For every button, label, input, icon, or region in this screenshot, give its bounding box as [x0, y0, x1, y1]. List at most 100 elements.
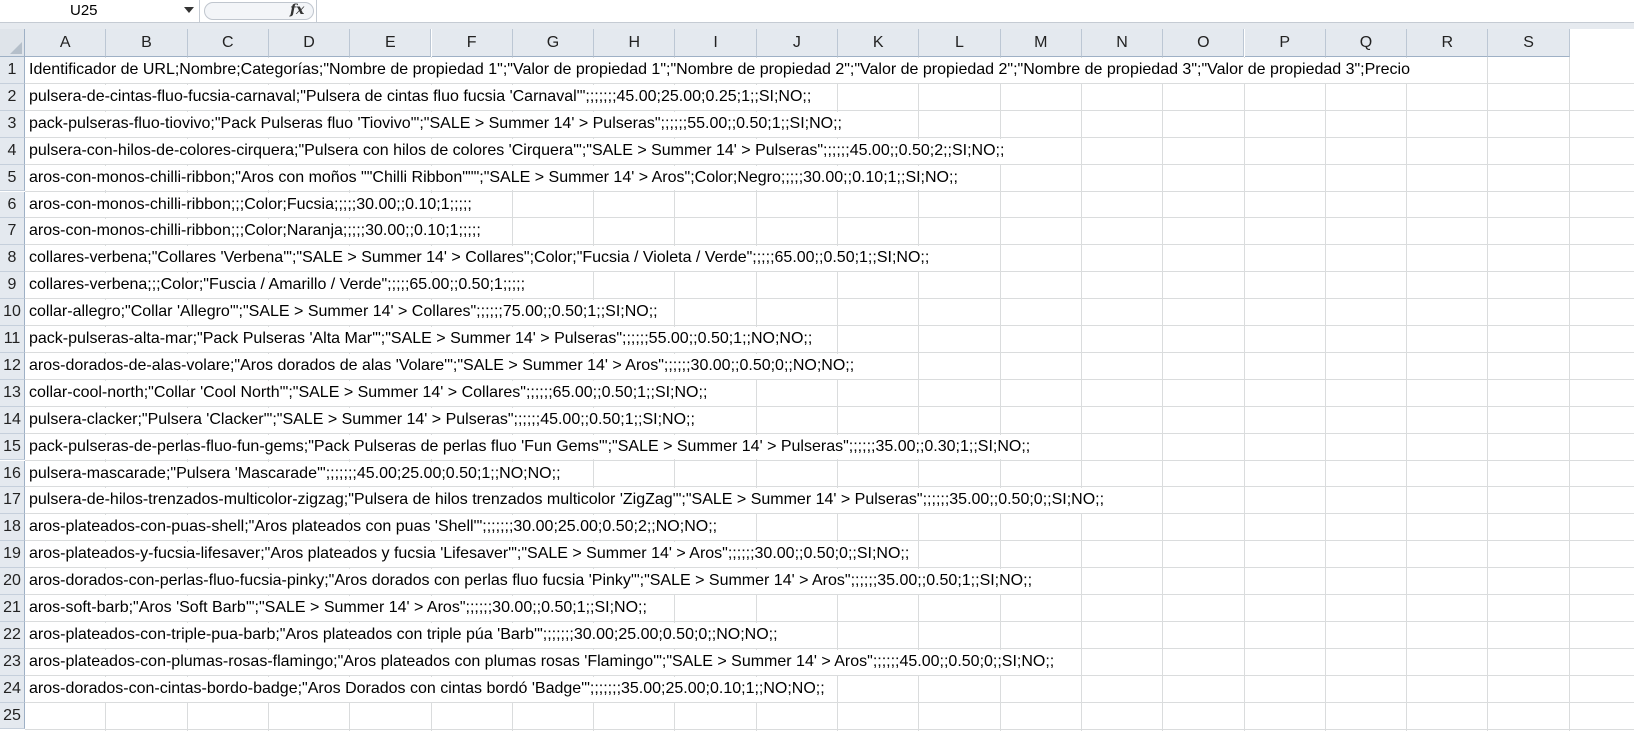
row-header-21[interactable]: 21	[0, 595, 25, 622]
row-gridline	[25, 351, 1634, 353]
column-header-j[interactable]: J	[756, 29, 838, 57]
row-header-25[interactable]: 25	[0, 702, 25, 730]
column-header-n[interactable]: N	[1081, 29, 1164, 57]
row-gridline	[25, 567, 1634, 569]
cell-a3[interactable]: pack-pulseras-fluo-tiovivo;"Pack Pulsera…	[29, 111, 843, 137]
cell-a8[interactable]: collares-verbena;"Collares 'Verbena'";"S…	[29, 246, 931, 272]
spreadsheet-grid[interactable]: A B C D E F G H I J K L M N O P Q R S 1 Identificador de URL…	[0, 29, 1634, 731]
row-header-8[interactable]: 8	[0, 245, 25, 273]
row-header-7[interactable]: 7	[0, 218, 25, 246]
column-header-q[interactable]: Q	[1325, 29, 1408, 57]
cell-a20[interactable]: aros-dorados-con-perlas-fluo-fucsia-pink…	[29, 569, 1034, 594]
cell-a22[interactable]: aros-plateados-con-triple-pua-barb;"Aros…	[29, 622, 779, 648]
cell-a19[interactable]: aros-plateados-y-fucsia-lifesaver;"Aros …	[29, 542, 911, 568]
cell-a12[interactable]: aros-dorados-de-alas-volare;"Aros dorado…	[29, 353, 856, 379]
row-header-18[interactable]: 18	[0, 514, 25, 542]
row-gridline	[25, 378, 1634, 380]
cell-a5[interactable]: aros-con-monos-chilli-ribbon;"Aros con m…	[29, 165, 959, 191]
row-header-19[interactable]: 19	[0, 541, 25, 569]
column-gridline	[1080, 57, 1082, 731]
formula-input[interactable]	[316, 0, 1634, 22]
row-gridline	[25, 486, 1634, 488]
column-gridline	[1243, 57, 1245, 731]
select-all-button[interactable]	[0, 29, 25, 57]
cell-a4[interactable]: pulsera-con-hilos-de-colores-cirquera;"P…	[29, 138, 1006, 164]
row-header-17[interactable]: 17	[0, 487, 25, 515]
cell-a1[interactable]: Identificador de URL;Nombre;Categorías;"…	[29, 58, 1411, 83]
row-header-23[interactable]: 23	[0, 648, 25, 676]
insert-function-icon[interactable]: fx	[290, 0, 304, 20]
row-header-20[interactable]: 20	[0, 568, 25, 595]
cell-a13[interactable]: collar-cool-north;"Collar 'Cool North'";…	[29, 380, 709, 406]
column-header-d[interactable]: D	[268, 29, 351, 57]
cell-a18[interactable]: aros-plateados-con-puas-shell;"Aros plat…	[29, 515, 719, 541]
row-header-6[interactable]: 6	[0, 191, 25, 219]
column-gridline	[1568, 57, 1570, 731]
row-gridline	[25, 405, 1634, 407]
column-header-b[interactable]: B	[106, 29, 188, 57]
cell-a2[interactable]: pulsera-de-cintas-fluo-fucsia-carnaval;"…	[29, 84, 813, 110]
row-header-2[interactable]: 2	[0, 83, 25, 111]
column-gridline	[1406, 57, 1408, 731]
row-header-12[interactable]: 12	[0, 352, 25, 380]
row-header-15[interactable]: 15	[0, 433, 25, 461]
column-header-m[interactable]: M	[1000, 29, 1082, 57]
column-header-e[interactable]: E	[350, 29, 432, 57]
column-gridline	[1162, 57, 1164, 731]
cell-a10[interactable]: collar-allegro;"Collar 'Allegro'";"SALE …	[29, 300, 659, 325]
column-header-s[interactable]: S	[1488, 29, 1570, 57]
cell-a6[interactable]: aros-con-monos-chilli-ribbon;;;Color;Fuc…	[29, 192, 473, 218]
cell-a25[interactable]	[29, 703, 30, 729]
column-header-k[interactable]: K	[838, 29, 920, 57]
chevron-down-icon[interactable]	[184, 7, 194, 13]
cell-a17[interactable]: pulsera-de-hilos-trenzados-multicolor-zi…	[29, 488, 1106, 514]
column-header-f[interactable]: F	[431, 29, 513, 57]
column-header-i[interactable]: I	[675, 29, 757, 57]
row-gridline	[25, 109, 1634, 111]
column-header-p[interactable]: P	[1244, 29, 1326, 57]
column-header-l[interactable]: L	[919, 29, 1001, 57]
row-header-1[interactable]: 1	[0, 57, 25, 84]
row-gridline	[25, 620, 1634, 622]
row-header-24[interactable]: 24	[0, 675, 25, 703]
row-header-11[interactable]: 11	[0, 326, 25, 353]
row-header-16[interactable]: 16	[0, 460, 25, 488]
row-header-14[interactable]: 14	[0, 406, 25, 434]
column-header-h[interactable]: H	[594, 29, 676, 57]
cell-a9[interactable]: collares-verbena;;;Color;"Fuscia / Amari…	[29, 273, 527, 299]
column-header-g[interactable]: G	[512, 29, 595, 57]
column-gridline	[1324, 57, 1326, 731]
column-header-r[interactable]: R	[1407, 29, 1489, 57]
cell-a16[interactable]: pulsera-mascarade;"Pulsera 'Mascarade'";…	[29, 461, 562, 487]
row-header-10[interactable]: 10	[0, 299, 25, 326]
cell-a21[interactable]: aros-soft-barb;"Aros 'Soft Barb'";"SALE …	[29, 596, 648, 621]
row-gridline	[25, 432, 1634, 434]
row-gridline	[25, 647, 1634, 649]
row-header-4[interactable]: 4	[0, 137, 25, 165]
row-header-3[interactable]: 3	[0, 110, 25, 138]
row-gridline	[25, 298, 1634, 300]
column-header-a[interactable]: A	[25, 29, 107, 57]
row-gridline	[25, 82, 1634, 84]
row-gridline	[25, 190, 1634, 192]
cell-a24[interactable]: aros-dorados-con-cintas-bordo-badge;"Aro…	[29, 676, 826, 702]
cell-a11[interactable]: pack-pulseras-alta-mar;"Pack Pulseras 'A…	[29, 327, 814, 352]
cell-a14[interactable]: pulsera-clacker;"Pulsera 'Clacker'";"SAL…	[29, 407, 696, 433]
cell-a7[interactable]: aros-con-monos-chilli-ribbon;;;Color;Nar…	[29, 219, 482, 245]
row-header-22[interactable]: 22	[0, 621, 25, 649]
row-header-13[interactable]: 13	[0, 379, 25, 407]
row-gridline	[25, 271, 1634, 273]
column-header-c[interactable]: C	[187, 29, 269, 57]
row-gridline	[25, 540, 1634, 542]
column-header-o[interactable]: O	[1163, 29, 1245, 57]
name-box[interactable]: U25	[0, 0, 200, 22]
row-gridline	[25, 701, 1634, 703]
row-header-5[interactable]: 5	[0, 164, 25, 192]
select-all-triangle-icon	[10, 42, 22, 54]
row-gridline	[25, 244, 1634, 246]
row-gridline	[25, 459, 1634, 461]
row-header-9[interactable]: 9	[0, 272, 25, 300]
cell-a15[interactable]: pack-pulseras-de-perlas-fluo-fun-gems;"P…	[29, 434, 1032, 460]
cell-a23[interactable]: aros-plateados-con-plumas-rosas-flamingo…	[29, 649, 1056, 675]
row-gridline	[25, 217, 1634, 219]
